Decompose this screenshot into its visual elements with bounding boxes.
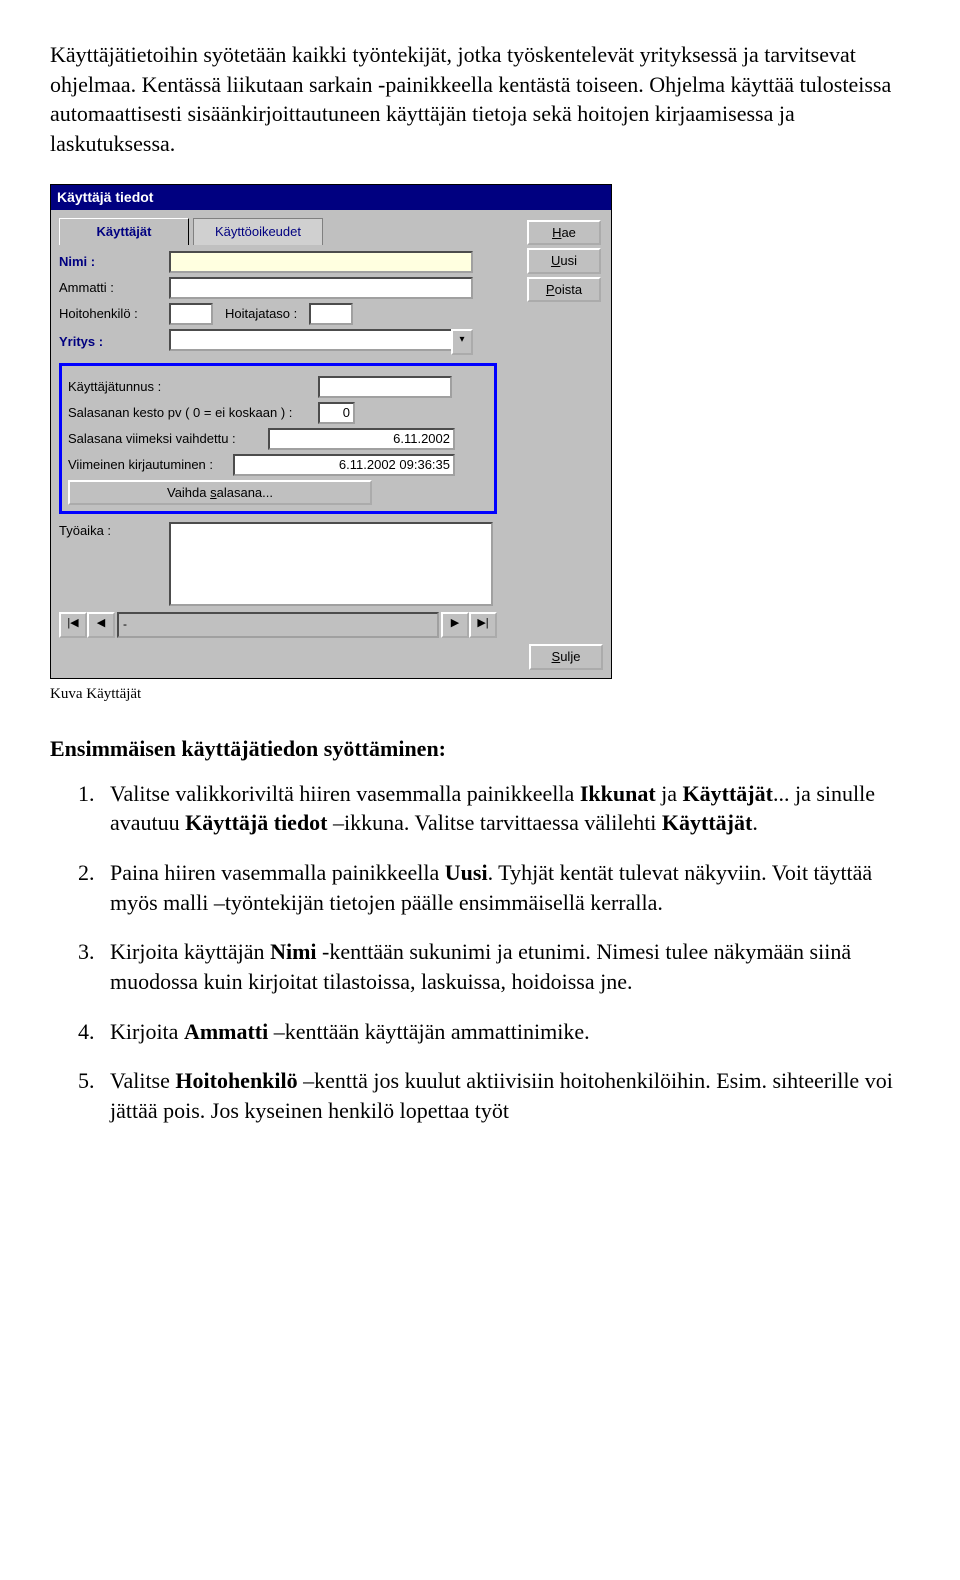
tab-kayttajat[interactable]: Käyttäjät [59, 218, 189, 245]
dropdown-icon[interactable]: ▾ [451, 329, 473, 355]
label-kayttajatunnus: Käyttäjätunnus : [68, 378, 318, 396]
label-salasana-vaihdettu: Salasana viimeksi vaihdettu : [68, 430, 268, 448]
poista-button[interactable]: Poista [527, 277, 601, 303]
label-hoitohenkilo: Hoitohenkilö : [59, 305, 169, 323]
label-hoitajataso: Hoitajataso : [225, 305, 297, 323]
step-1: Valitse valikkoriviltä hiiren vasemmalla… [100, 779, 910, 838]
figure-caption: Kuva Käyttäjät [50, 684, 910, 704]
nav-display: - [117, 612, 439, 638]
label-viim-kirj: Viimeinen kirjautuminen : [68, 456, 233, 474]
intro-paragraph: Käyttäjätietoihin syötetään kaikki työnt… [50, 40, 910, 159]
credentials-frame: Käyttäjätunnus : Salasanan kesto pv ( 0 … [59, 363, 497, 515]
nimi-input[interactable] [169, 251, 473, 273]
label-salasana-kesto: Salasanan kesto pv ( 0 = ei koskaan ) : [68, 404, 318, 422]
dialog-window: Käyttäjä tiedot Hae Uusi Poista Käyttäjä… [50, 184, 612, 679]
salasana-vaih-value: 6.11.2002 [268, 428, 455, 450]
vaihda-salasana-button[interactable]: Vaihda salasana... [68, 480, 372, 506]
label-tyoaika: Työaika : [59, 522, 169, 540]
yritys-combo[interactable]: ▾ [169, 329, 473, 355]
salasana-kesto-input[interactable]: 0 [318, 402, 355, 424]
ammatti-input[interactable] [169, 277, 473, 299]
step-4: Kirjoita Ammatti –kenttään käyttäjän amm… [100, 1017, 910, 1047]
nav-prev-button[interactable]: ◀ [87, 612, 115, 638]
hoitajataso-input[interactable] [309, 303, 353, 325]
hoitohenkilo-input[interactable] [169, 303, 213, 325]
uusi-button[interactable]: Uusi [527, 248, 601, 274]
tyoaika-textarea[interactable] [169, 522, 493, 606]
step-5: Valitse Hoitohenkilö –kenttä jos kuulut … [100, 1066, 910, 1125]
dialog-titlebar: Käyttäjä tiedot [51, 185, 611, 210]
sulje-button[interactable]: Sulje [529, 644, 603, 670]
section-heading: Ensimmäisen käyttäjätiedon syöttäminen: [50, 734, 910, 764]
label-ammatti: Ammatti : [59, 279, 169, 297]
viim-kirj-value: 6.11.2002 09:36:35 [233, 454, 455, 476]
label-yritys: Yritys : [59, 333, 169, 351]
kayttajatunnus-input[interactable] [318, 376, 452, 398]
step-2: Paina hiiren vasemmalla painikkeella Uus… [100, 858, 910, 917]
nav-next-button[interactable]: ▶ [441, 612, 469, 638]
step-3: Kirjoita käyttäjän Nimi -kenttään sukuni… [100, 937, 910, 996]
hae-button[interactable]: Hae [527, 220, 601, 246]
nav-first-button[interactable]: |◀ [59, 612, 87, 638]
nav-last-button[interactable]: ▶| [469, 612, 497, 638]
tab-kayttooikeudet[interactable]: Käyttöoikeudet [193, 218, 323, 245]
label-nimi: Nimi : [59, 253, 169, 271]
